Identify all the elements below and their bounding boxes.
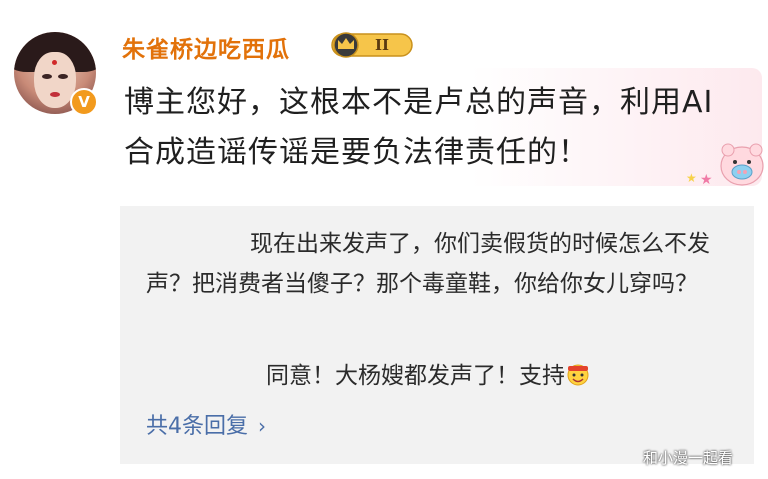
svg-text:★: ★ — [686, 171, 697, 185]
avatar-eye-left — [42, 74, 52, 79]
watermark: 和小漫一起看 — [643, 449, 734, 467]
verified-v-icon: V — [70, 88, 98, 116]
avatar-forehead-dot — [52, 60, 57, 65]
rank-badge-label: II — [375, 36, 389, 54]
cheering-emoji-icon — [567, 364, 589, 386]
reply-text-2-body: 同意！大杨嫂都发声了！支持 — [266, 363, 565, 389]
pig-sticker-icon: ★ ★ — [686, 143, 764, 188]
avatar-eye-right — [58, 74, 68, 79]
reply-text-2: 同意！大杨嫂都发声了！支持 — [266, 356, 686, 396]
comment-text: 博主您好，这根本不是卢总的声音，利用AI合成造谣传谣是要负法律责任的！ — [124, 85, 714, 170]
avatar-lips — [50, 92, 60, 97]
svg-text:★: ★ — [700, 172, 713, 188]
reply-text-1: 现在出来发声了，你们卖假货的时候怎么不发声？把消费者当傻子？那个毒童鞋，你给你女… — [146, 231, 710, 297]
crown-rank-icon: II — [331, 32, 413, 58]
more-replies-link[interactable]: 共4条回复 › — [146, 408, 266, 440]
more-replies-label: 共4条回复 — [146, 414, 248, 439]
username[interactable]: 朱雀桥边吃西瓜 — [122, 30, 290, 64]
chevron-right-icon: › — [258, 414, 266, 438]
